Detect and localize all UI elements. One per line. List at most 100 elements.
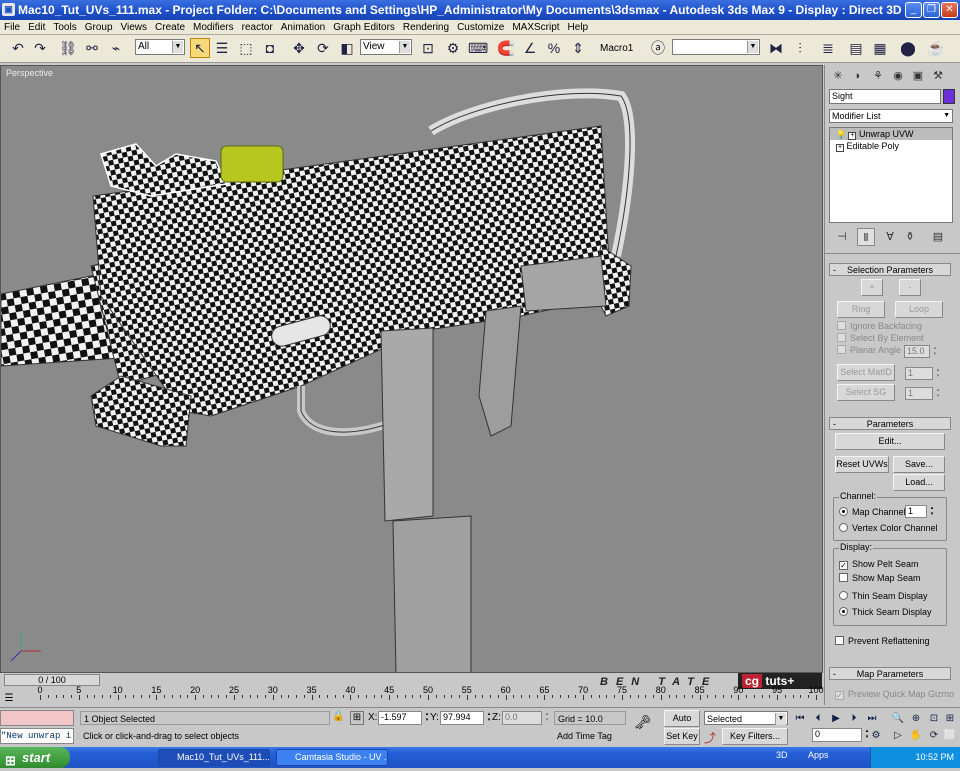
time-slider[interactable]: 0 / 100 [4, 674, 100, 686]
zoom-all-icon[interactable]: ⊕ [908, 711, 924, 726]
maxscript-listener-input[interactable]: "New unwrap i [0, 728, 74, 744]
move-icon[interactable]: ✥ [289, 38, 309, 58]
default-in-out-tangent-icon[interactable]: ⤴ [704, 729, 716, 746]
stack-item-unwrap-uvw[interactable]: 💡 + Unwrap UVW [830, 128, 952, 140]
field-of-view-icon[interactable]: ▷ [890, 728, 906, 743]
keyboard-shortcut-icon[interactable]: ⌨ [467, 38, 488, 58]
tray-apps[interactable]: Apps [808, 750, 829, 760]
y-coordinate-field[interactable]: 97.994 [440, 711, 492, 725]
macro-label[interactable]: Macro1 [600, 43, 633, 54]
planar-angle-spinner[interactable]: 15.0 [904, 345, 938, 358]
close-button[interactable]: ✕ [941, 2, 958, 18]
minimize-button[interactable]: _ [905, 2, 922, 18]
menu-reactor[interactable]: reactor [238, 20, 277, 35]
perspective-viewport[interactable]: Perspective [0, 65, 823, 673]
show-end-result-icon[interactable]: Ⅱ [857, 228, 875, 246]
select-sg-button[interactable]: Select SG [837, 384, 895, 401]
modifier-list-dropdown[interactable]: Modifier List ▼ [829, 109, 953, 123]
snaps-toggle-icon[interactable]: 🧲 [496, 38, 516, 58]
prevent-reflattening-checkbox[interactable]: Prevent Reflattening [835, 636, 930, 647]
time-configuration-icon[interactable]: ⚙ [868, 728, 884, 743]
menu-modifiers[interactable]: Modifiers [189, 20, 238, 35]
show-map-seam-checkbox[interactable]: Show Map Seam [839, 573, 921, 584]
auto-key-button[interactable]: Auto Key [664, 710, 700, 738]
stack-item-editable-poly[interactable]: + Editable Poly [830, 140, 952, 152]
start-button[interactable]: ⊞ start [0, 747, 70, 768]
play-icon[interactable]: ▶ [828, 711, 844, 726]
curve-editor-icon[interactable]: ▤ [846, 38, 866, 58]
load-uvw-button[interactable]: Load... [893, 474, 945, 491]
select-manipulate-icon[interactable]: ⚙ [443, 38, 463, 58]
layer-manager-icon[interactable]: ≣ [818, 38, 838, 58]
lock-icon[interactable]: 🔒 [332, 711, 344, 722]
zoom-extents-all-icon[interactable]: ⊞ [942, 711, 958, 726]
angle-snap-icon[interactable]: ∠ [520, 38, 540, 58]
menu-graph-editors[interactable]: Graph Editors [329, 20, 399, 35]
previous-frame-icon[interactable]: ⏴ [810, 711, 826, 726]
show-pelt-seam-checkbox[interactable]: ✓ Show Pelt Seam [839, 559, 919, 570]
add-time-tag-button[interactable]: Add Time Tag [554, 729, 626, 744]
scale-icon[interactable]: ◧ [337, 38, 357, 58]
pan-icon[interactable]: ✋ [908, 728, 924, 743]
remove-modifier-icon[interactable]: ⚱ [901, 228, 919, 246]
menu-file[interactable]: File [0, 20, 24, 35]
object-color-swatch[interactable] [943, 89, 955, 104]
menu-rendering[interactable]: Rendering [399, 20, 453, 35]
next-frame-icon[interactable]: ⏵ [846, 711, 862, 726]
arc-rotate-icon[interactable]: ⟳ [926, 728, 942, 743]
zoom-extents-icon[interactable]: ⊡ [926, 711, 942, 726]
save-uvw-button[interactable]: Save... [893, 456, 945, 473]
schematic-view-icon[interactable]: ▦ [870, 38, 890, 58]
maximize-viewport-icon[interactable]: ⬜ [942, 728, 958, 743]
thick-seam-radio[interactable]: Thick Seam Display [839, 607, 932, 618]
redo-icon[interactable]: ↷ [30, 38, 50, 58]
menu-maxscript[interactable]: MAXScript [508, 20, 563, 35]
x-coordinate-field[interactable]: -1.597 [378, 711, 430, 725]
maximize-button[interactable]: ❐ [923, 2, 940, 18]
set-key-button[interactable]: Set Key [664, 728, 700, 745]
select-matid-button[interactable]: Select MatID [837, 364, 895, 381]
shrink-selection-button[interactable]: - [899, 279, 921, 296]
track-bar-toggle-icon[interactable]: ☰ [2, 693, 16, 707]
ring-button[interactable]: Ring [837, 301, 885, 318]
create-tab-icon[interactable]: ✳ [829, 67, 847, 85]
absolute-mode-icon[interactable]: ⊞ [350, 711, 364, 725]
ignore-backfacing-checkbox[interactable]: Ignore Backfacing [837, 321, 922, 332]
edit-named-selection-icon[interactable]: ⓐ [648, 38, 668, 58]
display-tab-icon[interactable]: ▣ [909, 67, 927, 85]
motion-tab-icon[interactable]: ◉ [889, 67, 907, 85]
key-mode-dropdown[interactable]: Selected ▼ [704, 711, 788, 725]
app-icon[interactable]: ▣ [2, 3, 15, 16]
zoom-icon[interactable]: 🔍 [890, 711, 906, 726]
edit-uvw-button[interactable]: Edit... [835, 433, 945, 450]
taskbar-item-3dsmax[interactable]: Mac10_Tut_UVs_111... [158, 749, 270, 766]
menu-group[interactable]: Group [81, 20, 117, 35]
map-channel-spinner[interactable]: 1 [905, 505, 935, 518]
object-name-field[interactable]: Sight [829, 89, 941, 104]
configure-modifier-sets-icon[interactable]: ▤ [929, 228, 947, 246]
preview-quick-map-gizmo-checkbox[interactable]: ✓ Preview Quick Map Gizmo [835, 689, 954, 700]
map-parameters-rollout[interactable]: Map Parameters [829, 667, 951, 680]
select-by-name-icon[interactable]: ☰ [212, 38, 232, 58]
render-scene-icon[interactable]: ☕ [926, 38, 946, 58]
go-to-end-icon[interactable]: ⏭ [864, 711, 880, 726]
select-and-link-icon[interactable]: ⛓ [58, 38, 78, 58]
menu-create[interactable]: Create [151, 20, 189, 35]
expand-icon[interactable]: + [836, 144, 844, 152]
vertex-color-channel-radio[interactable]: Vertex Color Channel [839, 523, 938, 534]
window-crossing-icon[interactable]: ◘ [260, 38, 280, 58]
selection-parameters-rollout[interactable]: Selection Parameters [829, 263, 951, 276]
grow-selection-button[interactable]: + [861, 279, 883, 296]
reset-uvws-button[interactable]: Reset UVWs [835, 456, 889, 473]
go-to-start-icon[interactable]: ⏮ [792, 711, 808, 726]
percent-snap-icon[interactable]: % [544, 38, 564, 58]
make-unique-icon[interactable]: ∀ [881, 228, 899, 246]
sg-spinner[interactable]: 1 [905, 387, 941, 400]
key-filters-button[interactable]: Key Filters... [722, 728, 788, 745]
bind-space-warp-icon[interactable]: ⌁ [106, 38, 126, 58]
track-bar-ruler[interactable]: 0 5 10 15 20 25 30 35 40 45 50 55 60 65 70 75 80 85 90 95 10… [37, 685, 824, 707]
z-coordinate-field[interactable]: 0.0 [502, 711, 550, 725]
modify-tab-icon[interactable]: ◗ [849, 67, 867, 85]
thin-seam-radio[interactable]: Thin Seam Display [839, 591, 928, 602]
unlink-icon[interactable]: ⚯ [82, 38, 102, 58]
